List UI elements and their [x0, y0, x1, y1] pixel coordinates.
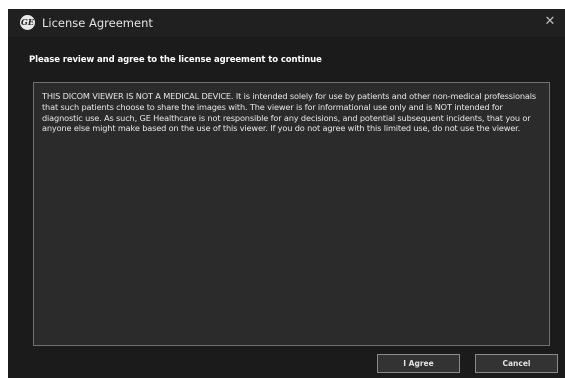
dialog-title: License Agreement [42, 16, 153, 30]
license-text-area[interactable]: THIS DICOM VIEWER IS NOT A MEDICAL DEVIC… [33, 82, 550, 346]
cancel-button[interactable]: Cancel [475, 354, 558, 373]
title-bar[interactable]: GE License Agreement ✕ [8, 9, 565, 37]
close-icon[interactable]: ✕ [541, 13, 559, 31]
license-dialog: GE License Agreement ✕ Please review and… [8, 9, 565, 378]
ge-logo-icon: GE [20, 15, 35, 30]
agree-button[interactable]: I Agree [377, 354, 460, 373]
license-text: THIS DICOM VIEWER IS NOT A MEDICAL DEVIC… [42, 91, 537, 134]
instruction-text: Please review and agree to the license a… [29, 55, 322, 65]
